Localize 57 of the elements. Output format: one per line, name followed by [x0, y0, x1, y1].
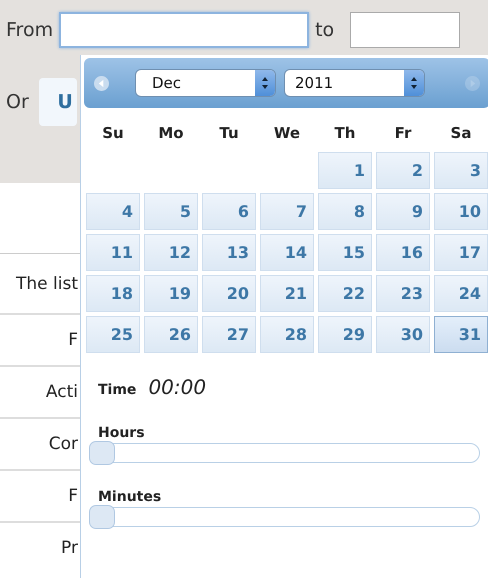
day-cell[interactable]: 22 [318, 275, 372, 312]
day-cell[interactable]: 24 [434, 275, 488, 312]
day-cell[interactable]: 9 [376, 193, 430, 230]
day-cell[interactable]: 2 [376, 152, 430, 189]
day-cell[interactable]: 21 [260, 275, 314, 312]
day-cell[interactable]: 25 [86, 316, 140, 353]
day-cell[interactable]: 26 [144, 316, 198, 353]
slider-thumb[interactable] [89, 505, 115, 529]
slider-label: Minutes [98, 489, 162, 505]
day-cell[interactable]: 1 [318, 152, 372, 189]
slider-track[interactable] [90, 507, 480, 527]
stepper-arrows-icon [410, 76, 418, 90]
day-cell[interactable]: 29 [318, 316, 372, 353]
weekday-header: Mo [157, 123, 185, 144]
day-cell[interactable]: 3 [434, 152, 488, 189]
weekday-header: Su [101, 123, 125, 144]
day-cell[interactable]: 23 [376, 275, 430, 312]
slider-label: Hours [98, 425, 146, 441]
day-cell[interactable]: 17 [434, 234, 488, 271]
from-date-field[interactable] [59, 12, 310, 48]
day-cell[interactable]: 5 [144, 193, 198, 230]
day-cell[interactable]: 15 [318, 234, 372, 271]
from-label: From [6, 19, 54, 41]
slider-track[interactable] [90, 443, 480, 463]
day-cell[interactable]: 20 [202, 275, 256, 312]
day-cell[interactable]: 12 [144, 234, 198, 271]
day-cell[interactable]: 28 [260, 316, 314, 353]
weekday-header: Tu [218, 123, 240, 144]
option-button[interactable]: U [38, 78, 77, 126]
weekday-header: Sa [450, 123, 472, 144]
or-label: Or [6, 91, 29, 113]
weekday-header: We [272, 123, 302, 144]
weekday-header: Th [334, 123, 356, 144]
month-select[interactable]: Dec [135, 69, 276, 97]
day-cell[interactable]: 11 [86, 234, 140, 271]
day-cell[interactable]: 8 [318, 193, 372, 230]
day-cell[interactable]: 14 [260, 234, 314, 271]
day-cell[interactable]: 19 [144, 275, 198, 312]
time-value: 00:00 [148, 375, 206, 399]
day-cell[interactable]: 13 [202, 234, 256, 271]
day-cell[interactable]: 16 [376, 234, 430, 271]
day-cell[interactable]: 27 [202, 316, 256, 353]
day-cell[interactable]: 18 [86, 275, 140, 312]
day-cell[interactable]: 10 [434, 193, 488, 230]
weekday-header: Fr [394, 123, 412, 144]
day-cell[interactable]: 30 [376, 316, 430, 353]
day-cell[interactable]: 6 [202, 193, 256, 230]
year-select[interactable]: 2011 [284, 69, 425, 97]
to-label: to [315, 19, 334, 41]
previous-month-icon[interactable] [94, 76, 109, 90]
slider-thumb[interactable] [89, 441, 115, 465]
to-date-field[interactable] [350, 12, 460, 48]
day-cell[interactable]: 4 [86, 193, 140, 230]
time-label: Time [98, 382, 136, 398]
day-cell[interactable]: 7 [260, 193, 314, 230]
stepper-arrows-icon [261, 76, 269, 90]
day-cell[interactable]: 31 [434, 316, 488, 353]
